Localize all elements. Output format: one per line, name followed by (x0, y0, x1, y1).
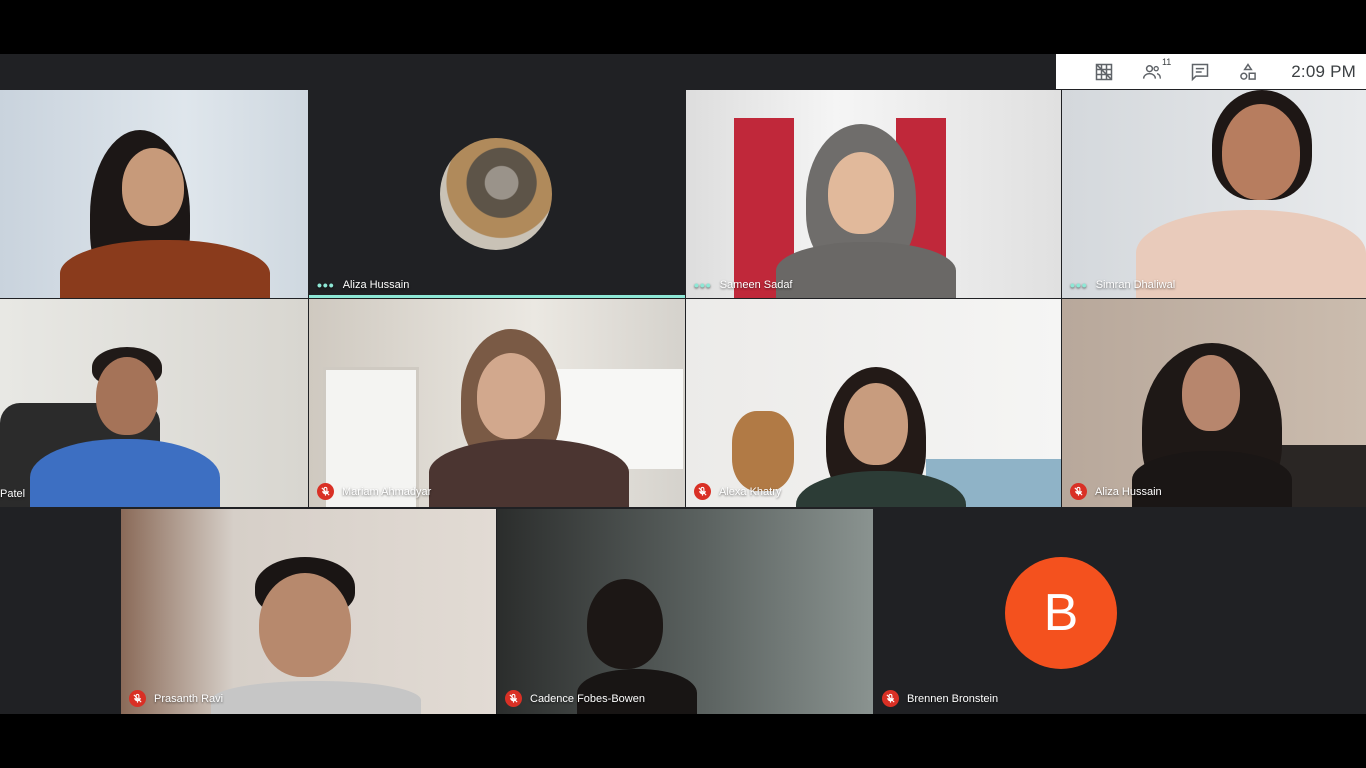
participant-tile[interactable]: B Brennen Bronstein (874, 509, 1249, 714)
participant-avatar: B (1005, 557, 1117, 669)
participant-name-bar: ••• Sameen Sadaf (694, 277, 793, 293)
muted-mic-icon (505, 690, 522, 707)
participant-tile[interactable]: ••• Simran Dhaliwal (1062, 90, 1366, 298)
participant-name: Aliza Hussain (342, 279, 410, 291)
muted-mic-icon (882, 690, 899, 707)
layout-grid-icon[interactable] (1093, 61, 1115, 83)
speaking-indicator-icon: ••• (1070, 277, 1088, 293)
teddy-bear (732, 411, 794, 491)
people-icon[interactable]: 11 (1141, 57, 1171, 83)
participant-tile[interactable]: Patel (0, 299, 308, 507)
muted-mic-icon (1070, 483, 1087, 500)
participant-name-bar: Aliza Hussain (1070, 483, 1162, 500)
participant-name: Aliza Hussain (1095, 485, 1162, 498)
participant-name: Cadence Fobes-Bowen (530, 692, 645, 705)
muted-mic-icon (129, 690, 146, 707)
meeting-grid: ••• Aliza Hussain ••• Sameen Sadaf ••• S… (0, 54, 1366, 714)
participant-name-bar: Brennen Bronstein (882, 690, 998, 707)
participant-name-bar: ••• Aliza Hussain (317, 277, 410, 293)
participant-name-bar: Cadence Fobes-Bowen (505, 690, 645, 707)
participant-name: Prasanth Ravi (154, 692, 224, 705)
participant-name-bar: ••• Simran Dhaliwal (1070, 277, 1176, 293)
participant-tile[interactable]: ••• Aliza Hussain (309, 90, 685, 298)
meeting-toolbar: 11 2:09 PM (1056, 54, 1366, 89)
participant-tile[interactable]: Cadence Fobes-Bowen (497, 509, 873, 714)
participant-name: Mariam Ahmadyar (342, 485, 432, 498)
participant-name: Brennen Bronstein (907, 692, 999, 705)
participant-avatar (440, 138, 552, 250)
clock: 2:09 PM (1291, 61, 1356, 81)
activities-icon[interactable] (1237, 61, 1259, 83)
participant-name-bar: Mariam Ahmadyar (317, 483, 431, 500)
participant-name-bar: Patel (0, 488, 25, 500)
participant-tile[interactable] (0, 90, 308, 298)
muted-mic-icon (694, 483, 711, 500)
participant-name: Alexa Khatry (719, 485, 782, 498)
participant-name: Simran Dhaliwal (1095, 279, 1176, 291)
participant-name: Patel (0, 488, 26, 500)
participant-tile[interactable]: Aliza Hussain (1062, 299, 1366, 507)
participant-tile[interactable]: Alexa Khatry (686, 299, 1061, 507)
participant-tile[interactable]: Mariam Ahmadyar (309, 299, 685, 507)
chat-icon[interactable] (1189, 61, 1211, 83)
participant-name-bar: Prasanth Ravi (129, 690, 223, 707)
participant-name-bar: Alexa Khatry (694, 483, 781, 500)
participant-count: 11 (1161, 56, 1172, 67)
speaking-indicator-icon: ••• (694, 277, 712, 293)
active-speaker-bar (309, 295, 685, 298)
participant-tile[interactable]: Prasanth Ravi (121, 509, 496, 714)
muted-mic-icon (317, 483, 334, 500)
participant-tile[interactable]: ••• Sameen Sadaf (686, 90, 1061, 298)
speaking-indicator-icon: ••• (317, 277, 335, 293)
participant-name: Sameen Sadaf (719, 279, 793, 291)
